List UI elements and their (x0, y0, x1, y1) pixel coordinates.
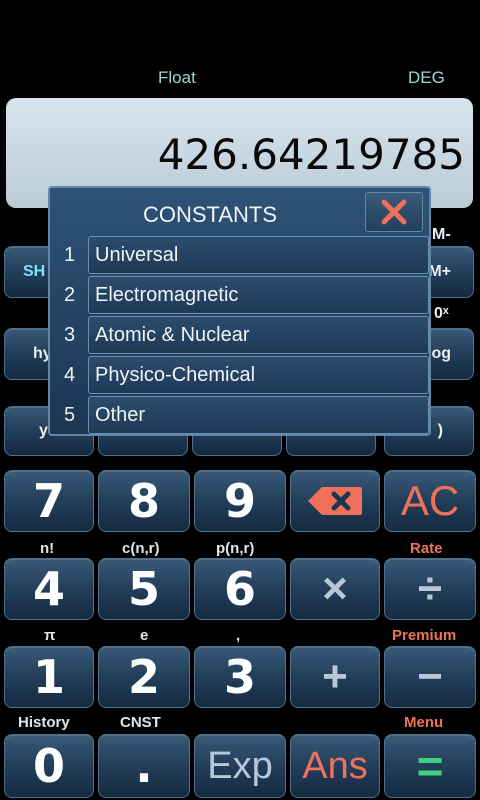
minus-button[interactable]: − (384, 646, 476, 708)
constants-dialog: CONSTANTS 1 Universal 2 Electromagnetic … (48, 186, 431, 436)
constant-item-physico-chemical[interactable]: Physico-Chemical (88, 356, 429, 394)
key-1[interactable]: 1 (4, 646, 94, 708)
key-5[interactable]: 5 (98, 558, 190, 620)
float-mode-label: Float (158, 68, 196, 87)
angle-mode-label: DEG (408, 68, 445, 87)
key-7[interactable]: 7 (4, 470, 94, 532)
key-9[interactable]: 9 (194, 470, 286, 532)
constant-row-other[interactable]: 5 Other (50, 396, 429, 434)
row-number: 4 (64, 364, 76, 386)
factorial-label: n! (40, 540, 55, 557)
cnst-label: CNST (120, 714, 161, 731)
constant-row-universal[interactable]: 1 Universal (50, 236, 429, 274)
pi-label: π (44, 627, 56, 644)
plus-button[interactable]: + (290, 646, 380, 708)
close-button[interactable] (365, 192, 423, 232)
constant-item-universal[interactable]: Universal (88, 236, 429, 274)
constant-item-atomic-nuclear[interactable]: Atomic & Nuclear (88, 316, 429, 354)
mminus-label: M- (432, 226, 451, 243)
e-label: e (140, 627, 149, 644)
key-6[interactable]: 6 (194, 558, 286, 620)
comma-label: , (236, 627, 241, 644)
dialog-title: CONSTANTS (142, 202, 278, 227)
backspace-button[interactable] (290, 470, 380, 532)
constant-row-physico-chemical[interactable]: 4 Physico-Chemical (50, 356, 429, 394)
key-2[interactable]: 2 (98, 646, 190, 708)
log-label: og (431, 345, 451, 362)
ac-button[interactable]: AC (384, 470, 476, 532)
mplus-label: M+ (428, 263, 451, 280)
close-paren-label: ) (437, 422, 443, 439)
premium-label: Premium (392, 627, 457, 644)
history-label: History (18, 714, 70, 731)
display-value: 426.64219785 (157, 130, 465, 179)
divide-button[interactable]: ÷ (384, 558, 476, 620)
row-number: 3 (64, 324, 76, 346)
power-label: y (39, 422, 48, 439)
equals-button[interactable]: = (384, 734, 476, 798)
pow10-label: 0ˣ (434, 305, 449, 322)
constant-row-atomic[interactable]: 3 Atomic & Nuclear (50, 316, 429, 354)
constant-item-other[interactable]: Other (88, 396, 429, 434)
key-8[interactable]: 8 (98, 470, 190, 532)
key-4[interactable]: 4 (4, 558, 94, 620)
shift-label: SH (23, 263, 46, 280)
close-icon (381, 199, 407, 225)
menu-label: Menu (404, 714, 444, 731)
row-number: 1 (64, 244, 76, 266)
constant-row-electromagnetic[interactable]: 2 Electromagnetic (50, 276, 429, 314)
row-number: 2 (64, 284, 76, 306)
exp-button[interactable]: Exp (194, 734, 286, 798)
decimal-button[interactable]: . (98, 734, 190, 798)
key-0[interactable]: 0 (4, 734, 94, 798)
row-number: 5 (64, 404, 76, 426)
permutation-label: p(n,r) (216, 540, 255, 557)
rate-label: Rate (410, 540, 443, 557)
key-3[interactable]: 3 (194, 646, 286, 708)
backspace-icon (308, 487, 362, 515)
ans-button[interactable]: Ans (290, 734, 380, 798)
combination-label: c(n,r) (122, 540, 160, 557)
multiply-button[interactable]: × (290, 558, 380, 620)
constant-item-electromagnetic[interactable]: Electromagnetic (88, 276, 429, 314)
